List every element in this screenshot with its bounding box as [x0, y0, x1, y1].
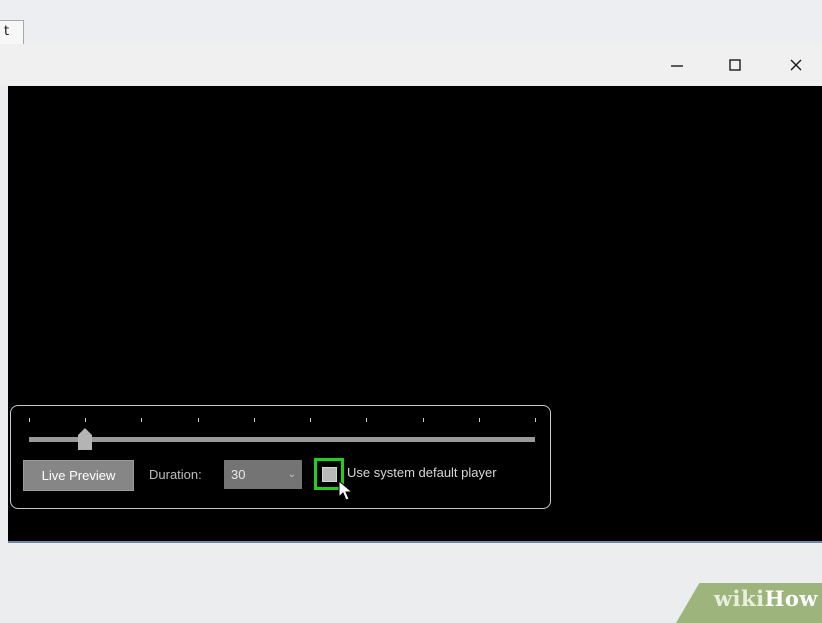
slider-tick: [535, 418, 536, 422]
slider-tick: [253, 418, 255, 422]
slider-tick: [85, 418, 87, 422]
slider-tick: [141, 418, 143, 422]
top-strip: t: [0, 0, 822, 46]
tab-fragment[interactable]: t: [0, 20, 24, 44]
watermark-text: wikiHow: [713, 586, 818, 611]
slider-tick: [422, 418, 424, 422]
maximize-button[interactable]: [712, 45, 758, 85]
duration-label: Duration:: [149, 467, 202, 482]
player-control-panel: Live Preview Duration: 30 ⌄ Use system d…: [10, 405, 551, 509]
minimize-button[interactable]: [654, 45, 700, 85]
live-preview-button[interactable]: Live Preview: [23, 460, 134, 491]
window-title-bar: [0, 45, 822, 85]
maximize-icon: [729, 59, 741, 71]
duration-value: 30: [231, 467, 246, 482]
duration-dropdown[interactable]: 30 ⌄: [224, 460, 302, 489]
use-default-player-checkbox[interactable]: [322, 467, 337, 482]
close-button[interactable]: [773, 45, 819, 85]
close-icon: [790, 59, 802, 71]
mouse-cursor-icon: [338, 480, 354, 501]
slider-tick: [366, 418, 368, 422]
seek-slider-track[interactable]: [29, 437, 535, 442]
seek-slider-thumb[interactable]: [77, 428, 92, 450]
use-default-player-label[interactable]: Use system default player: [347, 465, 497, 480]
slider-tick: [310, 418, 312, 422]
slider-tick: [478, 418, 480, 422]
slider-tick: [197, 418, 199, 422]
minimize-icon: [671, 65, 683, 67]
slider-tick: [29, 418, 30, 422]
wikihow-watermark: wikiHow: [676, 583, 822, 623]
chevron-down-icon: ⌄: [287, 469, 296, 480]
